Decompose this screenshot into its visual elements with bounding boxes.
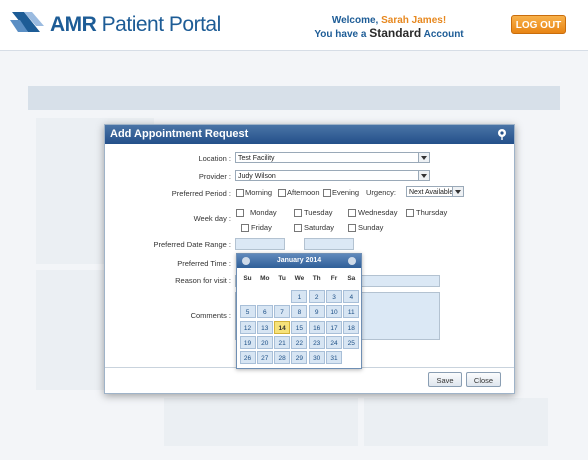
provider-select[interactable]: Judy Wilson <box>235 170 430 181</box>
calendar-day[interactable]: 2 <box>308 290 325 303</box>
monday-checkbox[interactable] <box>236 209 244 217</box>
calendar-day[interactable]: 21 <box>274 335 291 349</box>
calendar-day[interactable]: 27 <box>256 351 273 365</box>
provider-value: Judy Wilson <box>238 173 276 180</box>
calendar-day[interactable]: 19 <box>239 335 256 349</box>
calendar-day[interactable]: 3 <box>326 290 342 303</box>
close-button[interactable]: Close <box>466 372 501 387</box>
afternoon-option: Afternoon <box>287 188 320 197</box>
sunday-option: Sunday <box>358 223 384 232</box>
calendar-weekday-header: Tu <box>278 275 286 282</box>
amr-logo-icon <box>10 12 44 32</box>
save-button[interactable]: Save <box>428 372 462 387</box>
location-value: Test Facility <box>238 155 275 162</box>
thursday-option: Thursday <box>416 208 448 217</box>
calendar-day[interactable]: 13 <box>256 320 273 334</box>
urgency-value: Next Available <box>409 189 454 196</box>
sunday-checkbox[interactable] <box>348 224 356 232</box>
calendar-day[interactable]: 23 <box>308 335 325 349</box>
brand-title: AMR Patient Portal <box>50 13 221 37</box>
welcome-message: Welcome, Sarah James! You have a Standar… <box>300 14 478 41</box>
calendar-day[interactable]: 26 <box>239 351 256 365</box>
afternoon-checkbox[interactable] <box>278 189 286 197</box>
chevron-down-icon <box>418 153 429 162</box>
calendar-day[interactable]: 28 <box>274 351 291 365</box>
brand-rest: Patient Portal <box>101 13 222 36</box>
tuesday-option: Tuesday <box>304 208 333 217</box>
chevron-down-icon <box>452 187 463 196</box>
calendar-day[interactable]: 29 <box>291 351 308 365</box>
period-label: Preferred Period : <box>171 189 231 198</box>
comments-label: Comments : <box>190 311 231 320</box>
calendar-day[interactable]: 8 <box>291 305 308 319</box>
morning-checkbox[interactable] <box>236 189 244 197</box>
account-prefix: You have a <box>314 29 367 40</box>
calendar-month: January 2014 <box>276 257 322 264</box>
calendar-day[interactable]: 7 <box>274 305 291 319</box>
location-select[interactable]: Test Facility <box>235 152 430 163</box>
location-label: Location : <box>198 154 231 163</box>
calendar-weekday-header: Th <box>312 275 321 282</box>
calendar-day[interactable]: 24 <box>326 335 342 349</box>
date-from-input[interactable] <box>235 238 285 250</box>
calendar-day[interactable]: 22 <box>291 335 308 349</box>
logout-button[interactable]: LOG OUT <box>511 15 566 34</box>
dialog-title: Add Appointment Request <box>105 125 514 144</box>
calendar-day[interactable]: 25 <box>343 335 360 349</box>
calendar-header: January 2014 <box>237 254 361 268</box>
calendar-day[interactable]: 16 <box>308 320 325 334</box>
saturday-option: Saturday <box>304 223 335 232</box>
evening-checkbox[interactable] <box>323 189 331 197</box>
calendar-day[interactable]: 15 <box>291 320 308 334</box>
date-range-label: Preferred Date Range : <box>153 240 231 249</box>
calendar-day[interactable]: 5 <box>239 305 256 319</box>
wednesday-checkbox[interactable] <box>348 209 356 217</box>
calendar-day-today[interactable]: 14 <box>274 320 291 334</box>
calendar-day[interactable]: 31 <box>326 351 342 365</box>
calendar-day[interactable]: 20 <box>256 335 273 349</box>
evening-option: Evening <box>332 188 360 197</box>
welcome-prefix: Welcome, <box>331 15 379 26</box>
calendar-day[interactable]: 17 <box>326 320 342 334</box>
user-name: Sarah James! <box>381 15 447 26</box>
app-header: AMR Patient Portal Welcome, Sarah James!… <box>0 0 588 51</box>
friday-option: Friday <box>251 223 272 232</box>
calendar-day[interactable]: 9 <box>308 305 325 319</box>
thursday-checkbox[interactable] <box>406 209 414 217</box>
calendar-day[interactable]: 11 <box>343 305 360 319</box>
dialog-pin-icon[interactable] <box>496 128 508 140</box>
account-suffix: Account <box>423 29 464 40</box>
weekday-label: Week day : <box>193 214 231 223</box>
morning-option: Morning <box>245 188 273 197</box>
calendar-weekday-header: Su <box>243 275 252 282</box>
calendar-day[interactable]: 18 <box>343 320 360 334</box>
saturday-checkbox[interactable] <box>294 224 302 232</box>
calendar-weekday-header: Mo <box>260 275 270 282</box>
calendar-weekday-header: Fr <box>330 275 338 282</box>
reason-label: Reason for visit : <box>175 276 231 285</box>
friday-checkbox[interactable] <box>241 224 249 232</box>
urgency-select[interactable]: Next Available <box>406 186 464 197</box>
monday-option: Monday <box>250 208 277 217</box>
date-picker-calendar: January 2014 Su Mo Tu We Th Fr Sa 1 2 3 4 5 6 7 8 9 10 1… <box>236 253 362 369</box>
tuesday-checkbox[interactable] <box>294 209 302 217</box>
provider-label: Provider : <box>198 172 231 181</box>
calendar-day[interactable]: 30 <box>308 351 325 365</box>
urgency-label: Urgency: <box>366 188 397 197</box>
calendar-day[interactable]: 1 <box>291 290 308 303</box>
calendar-day[interactable]: 12 <box>239 320 256 334</box>
account-type: Standard <box>369 26 422 40</box>
calendar-weekday-header: Sa <box>347 275 356 282</box>
chevron-down-icon <box>418 171 429 180</box>
calendar-day[interactable]: 4 <box>343 290 360 303</box>
wednesday-option: Wednesday <box>358 208 398 217</box>
calendar-day[interactable]: 10 <box>326 305 342 319</box>
brand-bold: AMR <box>50 13 97 36</box>
time-label: Preferred Time : <box>177 259 231 268</box>
date-to-input[interactable] <box>304 238 354 250</box>
calendar-weekday-header: We <box>294 275 305 282</box>
next-month-icon[interactable] <box>348 257 356 265</box>
calendar-day[interactable]: 6 <box>256 305 273 319</box>
